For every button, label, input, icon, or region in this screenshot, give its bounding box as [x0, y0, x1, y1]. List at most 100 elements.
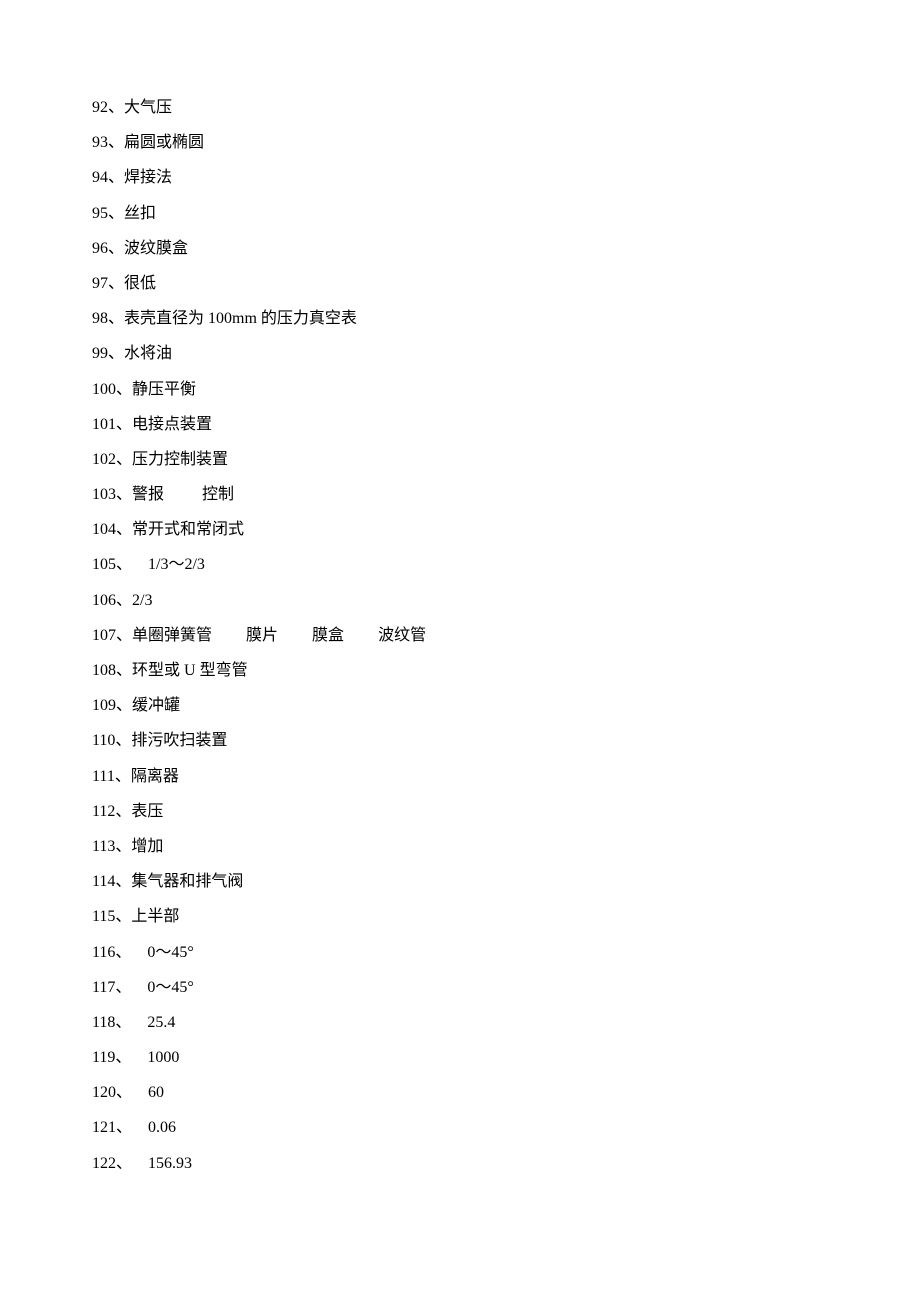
item-separator: 、: [116, 1119, 132, 1136]
item-number: 103: [92, 486, 116, 503]
item-number: 119: [92, 1049, 115, 1066]
item-number: 105: [92, 556, 116, 573]
item-separator: 、: [108, 134, 124, 151]
item-separator: 、: [115, 803, 131, 820]
item-number: 114: [92, 873, 115, 890]
item-text: 压力控制装置: [132, 451, 228, 468]
item-text: 很低: [124, 275, 156, 292]
item-number: 110: [92, 732, 115, 749]
item-number: 118: [92, 1014, 115, 1031]
item-text: 焊接法: [124, 169, 172, 186]
item-text: 0～45°: [147, 944, 193, 961]
item-separator: 、: [108, 169, 124, 186]
item-text: 缓冲罐: [132, 697, 180, 714]
item-separator: 、: [115, 1049, 131, 1066]
item-separator: 、: [116, 416, 132, 433]
item-text: 表压: [131, 803, 163, 820]
list-item: 107、单圈弹簧管膜片膜盒波纹管: [92, 618, 920, 653]
list-item: 100、静压平衡: [92, 372, 920, 407]
item-separator: 、: [116, 556, 132, 573]
item-text: 增加: [131, 838, 163, 855]
list-item: 92、大气压: [92, 90, 920, 125]
list-item: 109、缓冲罐: [92, 688, 920, 723]
item-number: 106: [92, 592, 116, 609]
item-separator: 、: [115, 873, 131, 890]
list-item: 111、隔离器: [92, 759, 920, 794]
item-text: 电接点装置: [132, 416, 212, 433]
item-separator: 、: [108, 275, 124, 292]
item-separator: 、: [108, 240, 124, 257]
item-separator: 、: [115, 908, 131, 925]
list-item: 93、扁圆或椭圆: [92, 125, 920, 160]
item-text-part: 控制: [202, 486, 234, 503]
item-separator: 、: [116, 1084, 132, 1101]
item-text: 隔离器: [131, 768, 179, 785]
item-separator: 、: [108, 99, 124, 116]
item-text: 156.93: [148, 1155, 192, 1172]
item-text-part: 波纹管: [378, 627, 426, 644]
list-item: 94、焊接法: [92, 160, 920, 195]
list-item: 120、60: [92, 1075, 920, 1110]
list-item: 96、波纹膜盒: [92, 231, 920, 266]
item-text: 1000: [147, 1049, 179, 1066]
item-separator: 、: [116, 451, 132, 468]
list-item: 112、表压: [92, 794, 920, 829]
item-number: 113: [92, 838, 115, 855]
item-separator: 、: [116, 1155, 132, 1172]
item-number: 92: [92, 99, 108, 116]
list-item: 116、0～45°: [92, 935, 920, 970]
item-number: 95: [92, 205, 108, 222]
list-item: 98、表壳直径为 100mm 的压力真空表: [92, 301, 920, 336]
item-number: 101: [92, 416, 116, 433]
item-text: 常开式和常闭式: [132, 521, 244, 538]
item-text-part: 膜盒: [312, 627, 344, 644]
item-number: 117: [92, 979, 115, 996]
item-text: 环型或 U 型弯管: [132, 662, 248, 679]
list-item: 110、排污吹扫装置: [92, 723, 920, 758]
item-separator: 、: [108, 310, 124, 327]
item-text: 大气压: [124, 99, 172, 116]
item-separator: 、: [116, 592, 132, 609]
list-item: 115、上半部: [92, 899, 920, 934]
item-text: 集气器和排气阀: [131, 873, 243, 890]
item-number: 102: [92, 451, 116, 468]
item-number: 100: [92, 381, 116, 398]
item-separator: 、: [115, 768, 131, 785]
item-number: 108: [92, 662, 116, 679]
item-number: 122: [92, 1155, 116, 1172]
item-text: 丝扣: [124, 205, 156, 222]
item-separator: 、: [116, 697, 132, 714]
item-number: 120: [92, 1084, 116, 1101]
item-separator: 、: [116, 381, 132, 398]
item-text: 水将油: [124, 345, 172, 362]
item-separator: 、: [115, 1014, 131, 1031]
item-number: 112: [92, 803, 115, 820]
item-separator: 、: [115, 979, 131, 996]
item-separator: 、: [115, 732, 131, 749]
list-item: 101、电接点装置: [92, 407, 920, 442]
item-text-part: 警报: [132, 486, 164, 503]
document-body: 92、大气压93、扁圆或椭圆94、焊接法95、丝扣96、波纹膜盒97、很低98、…: [92, 90, 920, 1181]
item-number: 96: [92, 240, 108, 257]
item-separator: 、: [115, 944, 131, 961]
item-separator: 、: [116, 521, 132, 538]
item-text: 25.4: [147, 1014, 175, 1031]
item-number: 93: [92, 134, 108, 151]
item-number: 99: [92, 345, 108, 362]
item-separator: 、: [115, 838, 131, 855]
item-separator: 、: [108, 205, 124, 222]
list-item: 95、丝扣: [92, 196, 920, 231]
item-text: 0～45°: [147, 979, 193, 996]
list-item: 122、 156.93: [92, 1146, 920, 1181]
item-number: 109: [92, 697, 116, 714]
list-item: 103、警报控制: [92, 477, 920, 512]
item-separator: 、: [116, 662, 132, 679]
list-item: 104、常开式和常闭式: [92, 512, 920, 547]
item-text: 静压平衡: [132, 381, 196, 398]
list-item: 99、水将油: [92, 336, 920, 371]
list-item: 108、环型或 U 型弯管: [92, 653, 920, 688]
item-separator: 、: [116, 627, 132, 644]
item-text: 排污吹扫装置: [131, 732, 227, 749]
list-item: 119、 1000: [92, 1040, 920, 1075]
item-text: 扁圆或椭圆: [124, 134, 204, 151]
